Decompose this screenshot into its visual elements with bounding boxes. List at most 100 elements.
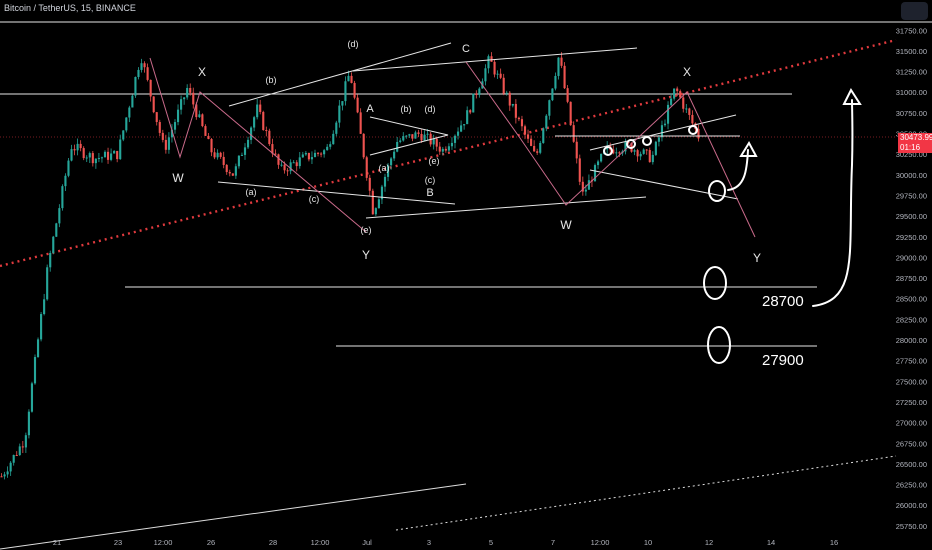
- candle-body: [320, 153, 323, 155]
- candle-body: [453, 135, 457, 143]
- candle-body: [514, 103, 517, 118]
- candle-body: [666, 104, 670, 124]
- time-axis[interactable]: 21 23 12:00 26 28 12:00 Jul 3 5 7 12:00 10 12 14 16: [53, 538, 838, 547]
- wave-label: (a): [379, 163, 390, 173]
- candle-body: [186, 87, 189, 98]
- candle-body: [152, 96, 155, 113]
- wave-label: (d): [348, 39, 359, 49]
- candle-body: [654, 141, 657, 155]
- candle-body: [374, 208, 377, 215]
- candle-body: [149, 79, 152, 97]
- support-label-27900: 27900: [762, 352, 804, 369]
- price-tick-label: 26000.00: [896, 501, 927, 510]
- candle-body: [679, 91, 682, 98]
- candle-body: [517, 117, 520, 120]
- candle-body: [365, 157, 368, 178]
- candle-body: [137, 69, 140, 77]
- candle-body: [332, 133, 335, 145]
- candle-body: [347, 75, 350, 82]
- candle-body: [85, 157, 88, 159]
- price-chart[interactable]: X W (a) (b) (c) (d) (e) Y A (a) (b) (c) …: [0, 0, 932, 550]
- candle-body: [128, 107, 131, 118]
- candle-body: [578, 158, 581, 182]
- candle-body: [469, 110, 472, 113]
- candle-body: [493, 61, 496, 75]
- candle-body: [633, 150, 636, 152]
- candle-body: [240, 154, 244, 156]
- candle-body: [106, 151, 110, 160]
- candle-body: [499, 73, 502, 78]
- current-price: 30473.99: [900, 133, 932, 142]
- candle-body: [420, 133, 423, 141]
- candle-body: [676, 88, 679, 92]
- wave-labels: X W (a) (b) (c) (d) (e) Y A (a) (b) (c) …: [172, 39, 761, 265]
- candle-body: [173, 122, 177, 130]
- candle-body: [0, 476, 3, 478]
- candle-body: [161, 132, 164, 140]
- trendline-bottom: [0, 483, 467, 550]
- candle-body: [460, 125, 463, 132]
- price-tick-label: 27000.00: [896, 419, 927, 428]
- candle-body: [657, 137, 660, 142]
- candle-body: [243, 147, 247, 155]
- candle-body: [426, 133, 429, 135]
- candle-body: [487, 56, 490, 69]
- bar-countdown: 01:16: [900, 143, 921, 152]
- toolbar-button[interactable]: [901, 2, 928, 20]
- candle-body: [596, 161, 600, 166]
- time-tick-label: 5: [489, 538, 493, 547]
- candle-body: [615, 152, 618, 154]
- candle-body: [411, 134, 414, 139]
- candle-body: [286, 170, 289, 172]
- price-axis[interactable]: 31750.00 31500.00 31250.00 31000.00 30750.00…: [896, 26, 927, 531]
- candle-body: [55, 223, 58, 237]
- candle-body: [645, 149, 648, 151]
- current-price-tag: 30473.99 01:16: [898, 133, 932, 153]
- candle-body: [15, 455, 18, 457]
- candle-body: [523, 126, 527, 135]
- candle-body: [496, 73, 499, 75]
- dotted-trendline-red: [0, 38, 897, 268]
- candle-body: [6, 471, 9, 475]
- candle-body: [344, 81, 347, 102]
- time-tick-label: 12:00: [311, 538, 330, 547]
- candle-body: [225, 164, 228, 173]
- candle-body: [536, 151, 539, 153]
- candle-body: [338, 105, 341, 123]
- candle-body: [600, 153, 603, 162]
- candle-body: [67, 160, 70, 176]
- candle-body: [119, 139, 122, 160]
- candle-body: [548, 100, 551, 116]
- candle-body: [505, 92, 508, 94]
- candle-body: [82, 148, 85, 159]
- candle-body: [216, 152, 219, 158]
- candle-body: [237, 155, 240, 167]
- candle-body: [231, 173, 234, 176]
- candle-body: [533, 145, 536, 152]
- time-tick-label: 12:00: [591, 538, 610, 547]
- candle-body: [143, 63, 146, 68]
- candle-body: [478, 88, 481, 95]
- candle-body: [463, 124, 466, 126]
- candle-body: [511, 103, 514, 106]
- candle-body: [359, 112, 362, 134]
- wave-lines: [149, 57, 756, 238]
- candle-body: [551, 88, 554, 101]
- price-tick-label: 27500.00: [896, 377, 927, 386]
- candle-body: [307, 152, 310, 160]
- time-tick-label: 23: [114, 538, 122, 547]
- candle-body: [207, 135, 210, 140]
- candle-body: [58, 208, 61, 224]
- candle-body: [3, 474, 6, 477]
- candle-body: [383, 176, 387, 187]
- candle-body: [490, 56, 493, 62]
- candle-body: [670, 98, 673, 105]
- candle-body: [140, 63, 143, 70]
- candle-body: [280, 164, 283, 166]
- candle-body: [563, 65, 566, 89]
- candle-body: [566, 88, 569, 102]
- candle-body: [167, 137, 170, 150]
- candle-body: [27, 411, 30, 436]
- wave-label: (c): [309, 194, 320, 204]
- time-tick-label: 3: [427, 538, 431, 547]
